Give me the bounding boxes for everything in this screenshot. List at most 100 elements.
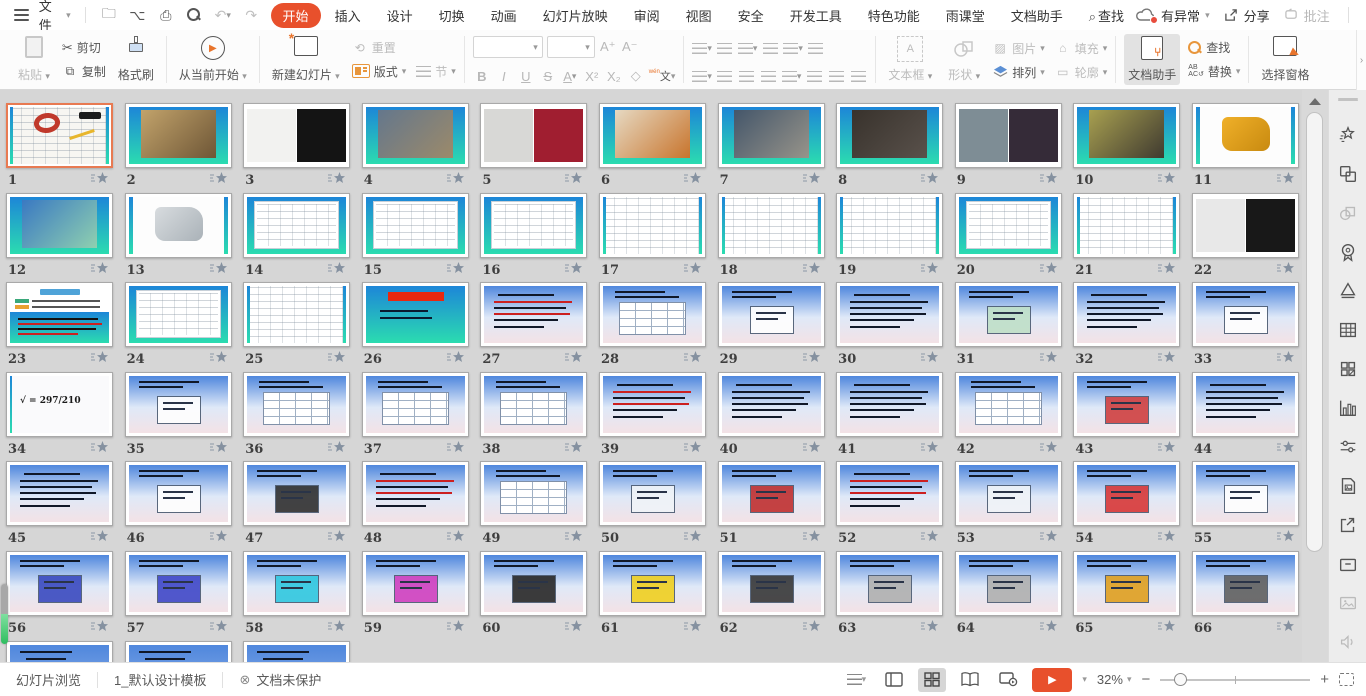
paragraph-tool-icon[interactable] [849, 66, 867, 86]
slide-star-icon[interactable] [328, 619, 346, 638]
slide-thumbnail[interactable] [243, 193, 350, 258]
slide-thumbnail[interactable] [362, 372, 469, 437]
tab-开始[interactable]: 开始 [271, 3, 321, 28]
vertical-scrollbar[interactable] [1302, 90, 1328, 662]
zoom-level[interactable]: 32%▾ [1097, 672, 1132, 687]
slide-thumbnail[interactable] [243, 461, 350, 526]
slide-thumbnail[interactable] [1073, 282, 1180, 347]
paragraph-tool-icon[interactable]: ▾ [738, 38, 758, 58]
slide-thumbnail[interactable] [362, 103, 469, 168]
left-scroll-indicator[interactable] [1, 584, 8, 644]
tab-视图[interactable]: 视图 [674, 3, 724, 28]
find-button[interactable]: 查找 [1188, 36, 1240, 60]
paragraph-tool-icon[interactable] [716, 66, 734, 86]
slide-thumbnail[interactable] [955, 461, 1062, 526]
tab-安全[interactable]: 安全 [726, 3, 776, 28]
slide-thumbnail[interactable]: √ = 297/210 [6, 372, 113, 437]
textbox-button[interactable]: A 文本框 ▾ [884, 34, 936, 85]
slide-star-icon[interactable] [1040, 261, 1058, 280]
slide-star-icon[interactable] [684, 440, 702, 459]
tab-审阅[interactable]: 审阅 [622, 3, 672, 28]
paste-button[interactable]: 粘贴 ▾ [14, 34, 54, 85]
slide-thumbnail[interactable] [243, 641, 350, 662]
table-icon[interactable] [1335, 319, 1361, 341]
slide-thumbnail[interactable] [1192, 551, 1299, 616]
view-slideshow-button[interactable] [994, 668, 1022, 692]
slide-thumbnail[interactable] [836, 103, 943, 168]
view-sorter-button[interactable] [918, 668, 946, 692]
view-reading-button[interactable] [956, 668, 984, 692]
slide-star-icon[interactable] [1158, 440, 1176, 459]
slide-star-icon[interactable] [565, 529, 583, 548]
slide-star-icon[interactable] [803, 350, 821, 369]
slide-star-icon[interactable] [565, 261, 583, 280]
play-slideshow-button[interactable]: ▶ [1032, 668, 1072, 692]
play-options-chevron-icon[interactable]: ▾ [1082, 674, 1087, 685]
replace-button[interactable]: ABAC↺替换▾ [1188, 60, 1240, 84]
slide-thumbnail[interactable] [1073, 551, 1180, 616]
paragraph-tool-icon[interactable]: ▾ [692, 66, 712, 86]
subscript-button[interactable]: X₂ [605, 66, 623, 86]
slide-thumbnail[interactable] [836, 282, 943, 347]
picture-button[interactable]: ▨图片▾ [992, 36, 1045, 60]
app-grid-icon[interactable] [1335, 358, 1361, 380]
paragraph-tool-icon[interactable] [760, 66, 778, 86]
template-name[interactable]: 1_默认设计模板 [98, 663, 222, 696]
font-size-select[interactable]: ▾ [547, 36, 595, 58]
slide-star-icon[interactable] [1040, 350, 1058, 369]
sidebar-handle[interactable] [1338, 98, 1358, 101]
slide-thumbnail[interactable] [955, 103, 1062, 168]
paragraph-tool-icon[interactable]: ▾ [783, 38, 803, 58]
slide-thumbnail[interactable] [362, 193, 469, 258]
preview-icon[interactable] [185, 6, 203, 24]
bar-chart-icon[interactable] [1335, 397, 1361, 419]
slide-thumbnail[interactable] [836, 372, 943, 437]
outline-button[interactable]: ▭轮廓▾ [1055, 60, 1108, 84]
slide-thumbnail[interactable] [1073, 372, 1180, 437]
protect-state[interactable]: ⊗文档未保护 [223, 663, 337, 696]
slide-thumbnail[interactable] [362, 282, 469, 347]
save-icon[interactable]: 🗀 [100, 6, 118, 24]
slide-thumbnail[interactable] [125, 103, 232, 168]
view-normal-button[interactable] [880, 668, 908, 692]
slide-thumbnail[interactable] [718, 282, 825, 347]
slide-thumbnail[interactable] [599, 461, 706, 526]
slide-star-icon[interactable] [803, 261, 821, 280]
tab-设计[interactable]: 设计 [375, 3, 425, 28]
slide-thumbnail[interactable] [1192, 372, 1299, 437]
slide-thumbnail[interactable] [599, 551, 706, 616]
slide-star-icon[interactable] [921, 350, 939, 369]
scrollbar-thumb[interactable] [1306, 112, 1323, 552]
reset-button[interactable]: ⟲重置 [352, 36, 456, 59]
output-icon[interactable]: ⌥ [128, 6, 146, 24]
slide-thumbnail[interactable] [718, 461, 825, 526]
slide-star-icon[interactable] [91, 261, 109, 280]
tab-文档助手[interactable]: 文档助手 [999, 3, 1075, 28]
slide-thumbnail[interactable] [1192, 282, 1299, 347]
slide-star-icon[interactable] [91, 619, 109, 638]
slide-thumbnail[interactable] [1073, 461, 1180, 526]
slide-star-icon[interactable] [684, 261, 702, 280]
tab-查找[interactable]: ⌕查找 [1077, 3, 1136, 28]
slide-thumbnail[interactable] [718, 193, 825, 258]
slide-star-icon[interactable] [803, 171, 821, 190]
slide-star-icon[interactable] [1158, 529, 1176, 548]
slide-star-icon[interactable] [565, 440, 583, 459]
zoom-out-button[interactable]: − [1141, 671, 1150, 688]
tab-插入[interactable]: 插入 [323, 3, 373, 28]
layout-button[interactable]: 版式▾ [352, 59, 407, 83]
paragraph-tool-icon[interactable] [738, 66, 756, 86]
redo-icon[interactable]: ↷ [242, 6, 260, 24]
main-menu-icon[interactable] [14, 9, 29, 21]
copy-button[interactable]: ⧉复制 [62, 60, 106, 84]
slide-thumbnail[interactable] [1073, 103, 1180, 168]
slide-thumbnail[interactable] [1192, 461, 1299, 526]
section-button[interactable]: 节▾ [416, 59, 456, 83]
slide-thumbnail[interactable] [362, 461, 469, 526]
slide-thumbnail[interactable] [955, 372, 1062, 437]
format-painter-button[interactable]: 格式刷 [114, 34, 158, 85]
slide-star-icon[interactable] [684, 529, 702, 548]
slide-star-icon[interactable] [1040, 529, 1058, 548]
slide-thumbnail[interactable] [6, 641, 113, 662]
slide-thumbnail[interactable] [125, 372, 232, 437]
